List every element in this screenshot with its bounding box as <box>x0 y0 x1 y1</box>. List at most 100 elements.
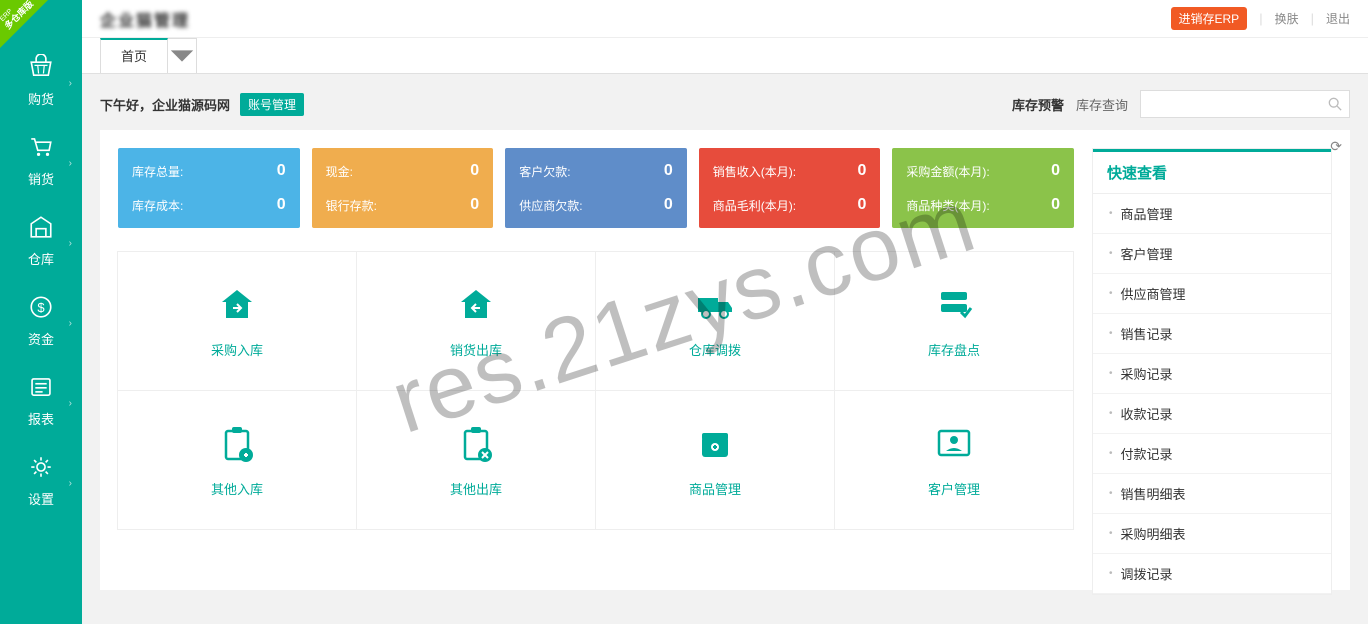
card-row: 库存成本: 0 <box>132 196 286 214</box>
stat-card-4: 采购金额(本月):0商品种类(本月):0 <box>892 148 1074 228</box>
account-mgmt-badge[interactable]: 账号管理 <box>240 93 304 116</box>
quick-label: 客户管理 <box>928 479 980 498</box>
card-label: 银行存款: <box>326 197 377 214</box>
card-value: 0 <box>470 196 479 214</box>
nav-label: 资金 <box>0 329 82 348</box>
card-label: 商品毛利(本月): <box>713 197 796 214</box>
rp-item[interactable]: 销售记录 <box>1093 314 1331 354</box>
card-row: 商品种类(本月):0 <box>906 196 1060 214</box>
box-icon <box>694 423 736 465</box>
tab-more-button[interactable] <box>167 38 197 73</box>
chevron-right-icon: › <box>69 78 72 89</box>
clip-out-icon <box>455 423 497 465</box>
nav-label: 仓库 <box>0 249 82 268</box>
rp-item[interactable]: 客户管理 <box>1093 234 1331 274</box>
chevron-right-icon: › <box>69 158 72 169</box>
quick-label: 仓库调拨 <box>689 340 741 359</box>
rp-item[interactable]: 销售明细表 <box>1093 474 1331 514</box>
cart-icon <box>28 134 54 160</box>
logout-link[interactable]: 退出 <box>1326 10 1350 27</box>
content-left: 库存总量:0库存成本:0现金:0银行存款:0客户欠款:0供应商欠款:0销售收入(… <box>118 148 1074 530</box>
rp-item[interactable]: 调拨记录 <box>1093 554 1331 594</box>
card-row: 客户欠款:0 <box>519 162 673 180</box>
card-value: 0 <box>1051 162 1060 180</box>
nav-label: 购货 <box>0 89 82 108</box>
tabs-bar: 首页 <box>82 38 1368 74</box>
rp-item[interactable]: 供应商管理 <box>1093 274 1331 314</box>
quick-box[interactable]: 商品管理 <box>595 390 835 530</box>
divider: | <box>1259 11 1262 26</box>
quick-clip-in[interactable]: 其他入库 <box>117 390 357 530</box>
card-row: 库存总量:0 <box>132 162 286 180</box>
nav-label: 销货 <box>0 169 82 188</box>
nav-item-report[interactable]: 报表› <box>0 362 82 438</box>
search-icon <box>1328 97 1342 111</box>
card-value: 0 <box>1051 196 1060 214</box>
truck-icon <box>694 284 736 326</box>
tab-home[interactable]: 首页 <box>100 38 168 73</box>
card-value: 0 <box>277 196 286 214</box>
card-value: 0 <box>857 196 866 214</box>
rp-item[interactable]: 采购记录 <box>1093 354 1331 394</box>
stock-query-label: 库存查询 <box>1076 95 1128 114</box>
stock-alert-label: 库存预警 <box>1012 95 1064 114</box>
nav-item-cart[interactable]: 销货› <box>0 122 82 198</box>
card-row: 供应商欠款: 0 <box>519 196 673 214</box>
rp-item[interactable]: 商品管理 <box>1093 194 1331 234</box>
house-out-icon <box>455 284 497 326</box>
quick-checklist[interactable]: 库存盘点 <box>834 251 1074 391</box>
card-row: 商品毛利(本月): 0 <box>713 196 867 214</box>
logo: 企业猫管理 <box>100 7 190 31</box>
quick-label: 采购入库 <box>211 340 263 359</box>
nav-item-warehouse[interactable]: 仓库› <box>0 202 82 278</box>
card-value: 0 <box>664 196 673 214</box>
quick-person[interactable]: 客户管理 <box>834 390 1074 530</box>
dashboard-content: ⟳ 库存总量:0库存成本:0现金:0银行存款:0客户欠款:0供应商欠款:0销售收… <box>100 130 1350 590</box>
refresh-button[interactable]: ⟳ <box>1330 138 1342 155</box>
card-row: 现金:0 <box>326 162 480 180</box>
card-row: 银行存款: 0 <box>326 196 480 214</box>
stat-cards: 库存总量:0库存成本:0现金:0银行存款:0客户欠款:0供应商欠款:0销售收入(… <box>118 148 1074 228</box>
rp-item[interactable]: 收款记录 <box>1093 394 1331 434</box>
card-label: 采购金额(本月): <box>906 163 989 180</box>
nav-item-money[interactable]: $ 资金› <box>0 282 82 358</box>
quick-label: 库存盘点 <box>928 340 980 359</box>
quick-clip-out[interactable]: 其他出库 <box>356 390 596 530</box>
card-row: 销售收入(本月):0 <box>713 162 867 180</box>
nav-item-basket[interactable]: 购货› <box>0 42 82 118</box>
search-input[interactable] <box>1141 97 1321 111</box>
quick-house-in[interactable]: 采购入库 <box>117 251 357 391</box>
stat-card-1: 现金:0 银行存款: 0 <box>312 148 494 228</box>
checklist-icon <box>933 284 975 326</box>
greeting-row: 下午好，企业猫源码网 账号管理 库存预警 库存查询 <box>82 74 1368 130</box>
quick-truck[interactable]: 仓库调拨 <box>595 251 835 391</box>
rp-item[interactable]: 付款记录 <box>1093 434 1331 474</box>
rp-item[interactable]: 采购明细表 <box>1093 514 1331 554</box>
warehouse-icon <box>28 214 54 240</box>
quick-house-out[interactable]: 销货出库 <box>356 251 596 391</box>
erp-badge[interactable]: 进销存ERP <box>1171 7 1248 30</box>
card-label: 现金: <box>326 163 353 180</box>
gear-icon <box>28 454 54 480</box>
clip-in-icon <box>216 423 258 465</box>
card-label: 库存成本: <box>132 197 183 214</box>
card-label: 库存总量: <box>132 163 183 180</box>
chevron-right-icon: › <box>69 238 72 249</box>
stat-card-3: 销售收入(本月):0 商品毛利(本月): 0 <box>699 148 881 228</box>
chevron-right-icon: › <box>69 318 72 329</box>
nav-item-gear[interactable]: 设置› <box>0 442 82 518</box>
svg-text:$: $ <box>37 300 45 315</box>
card-label: 供应商欠款: <box>519 197 582 214</box>
basket-icon <box>28 54 54 80</box>
quick-label: 商品管理 <box>689 479 741 498</box>
money-icon: $ <box>28 294 54 320</box>
divider: | <box>1311 11 1314 26</box>
card-value: 0 <box>857 162 866 180</box>
card-label: 客户欠款: <box>519 163 570 180</box>
search-button[interactable] <box>1321 91 1349 117</box>
quick-label: 销货出库 <box>450 340 502 359</box>
skin-link[interactable]: 换肤 <box>1275 10 1299 27</box>
topbar: 企业猫管理 进销存ERP | 换肤 | 退出 <box>82 0 1368 38</box>
stat-card-0: 库存总量:0 库存成本: 0 <box>118 148 300 228</box>
sidebar: ERP 多仓库版 购货›销货›仓库›$资金›报表›设置› <box>0 0 82 624</box>
